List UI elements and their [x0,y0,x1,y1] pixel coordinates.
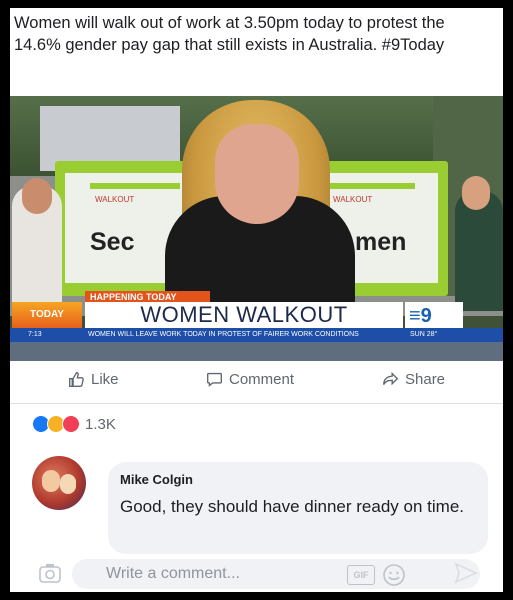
channel-nine-logo: ≡9 [405,302,463,328]
news-video-frame[interactable]: WALKOUT WALKOUT Sec men HAPPENING TODAY … [10,96,503,361]
thumbs-up-icon [69,372,84,387]
send-icon[interactable] [454,562,478,584]
emoji-icon[interactable] [382,563,406,587]
reactions-summary[interactable]: 1.3K [32,415,116,433]
comment-placeholder: Write a comment... [106,565,240,582]
avatar[interactable] [32,456,86,510]
reaction-count: 1.3K [85,415,116,433]
like-button[interactable]: Like [68,371,119,388]
comment-label: Comment [229,371,295,388]
headline-bar: WOMEN WALKOUT [85,302,403,329]
ticker-time: 7:13 [28,331,42,338]
comment-bubble: Mike Colgin Good, they should have dinne… [108,462,488,554]
like-label: Like [91,371,119,388]
camera-icon[interactable] [38,562,62,584]
share-label: Share [405,371,446,388]
news-ticker: 7:13 WOMEN WILL LEAVE WORK TODAY IN PROT… [10,328,503,342]
facebook-post: Women will walk out of work at 3.50pm to… [10,8,503,592]
post-text: Women will walk out of work at 3.50pm to… [14,14,445,54]
share-arrow-icon [383,371,399,386]
comment-composer: Write a comment... GIF [10,556,503,592]
presenter-face [215,124,299,224]
gif-button[interactable]: GIF [347,565,375,585]
banner-logo-right: WALKOUT [333,195,373,204]
banner-text-right: men [355,228,407,256]
ticker-weather: SUN 28° [410,331,438,338]
today-show-logo: TODAY [12,302,82,328]
headline-text: WOMEN WALKOUT [140,302,348,327]
comment-author[interactable]: Mike Colgin [120,472,193,487]
ticker-text: WOMEN WILL LEAVE WORK TODAY IN PROTEST O… [88,331,359,338]
comment-input[interactable]: Write a comment... GIF [72,559,480,589]
comment-button[interactable]: Comment [206,371,294,388]
nine-logo-icon: ≡9 [409,305,432,327]
speech-bubble-icon [207,372,222,387]
love-reaction-icon [62,415,80,433]
banner-text-left: Sec [90,228,135,256]
share-button[interactable]: Share [382,371,445,388]
comment-text: Good, they should have dinner ready on t… [120,497,464,516]
banner-logo: WALKOUT [95,195,135,204]
post-actions: Like Comment Share [10,361,503,404]
